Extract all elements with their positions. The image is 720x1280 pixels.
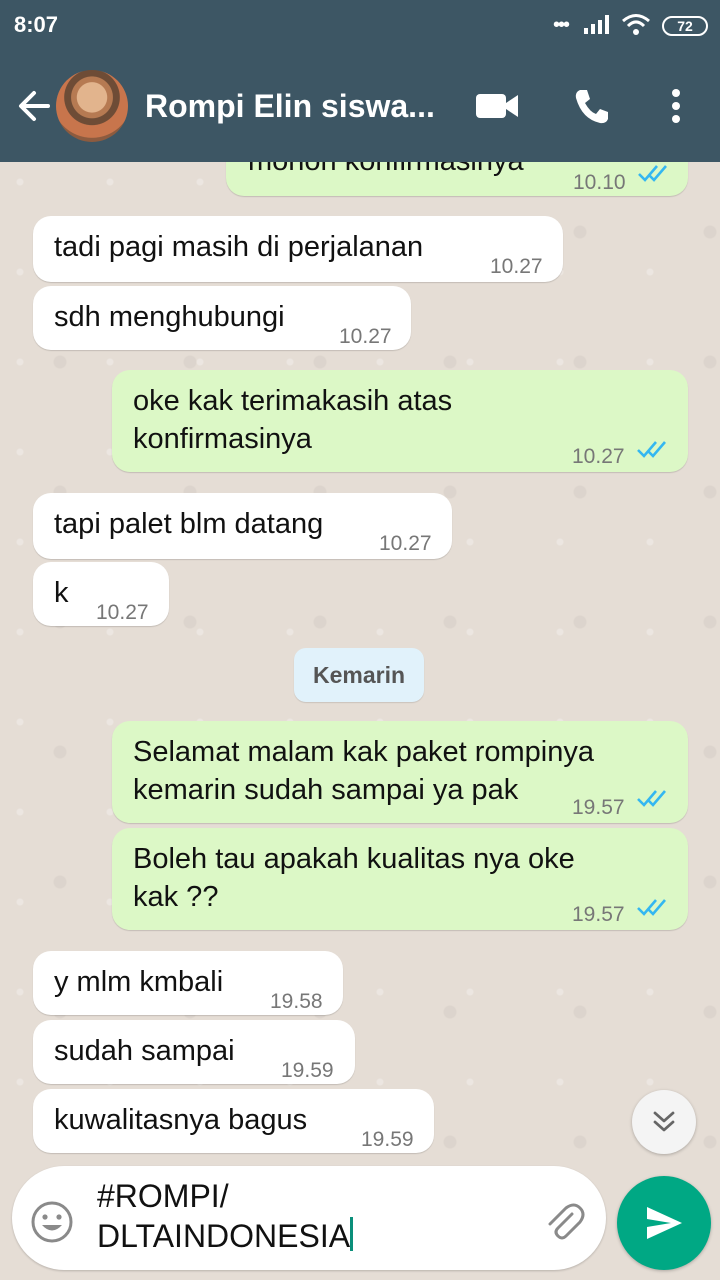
message-incoming[interactable]: tadi pagi masih di perjalanan 10.27	[33, 216, 563, 282]
message-text: kuwalitasnya bagus	[54, 1104, 308, 1136]
wifi-icon	[622, 14, 650, 35]
message-time: 10.27	[96, 601, 149, 624]
message-text: tapi palet blm datang	[54, 508, 324, 540]
double-check-icon	[637, 790, 666, 807]
send-button[interactable]	[617, 1176, 711, 1270]
message-incoming[interactable]: k 10.27	[33, 562, 169, 626]
message-incoming[interactable]: tapi palet blm datang 10.27	[33, 493, 452, 559]
contact-name[interactable]: Rompi Elin siswa...	[145, 88, 435, 125]
notification-dots-icon: •••	[553, 14, 570, 36]
chat-header: Rompi Elin siswa...	[0, 50, 720, 162]
message-time: 19.57	[572, 796, 625, 819]
message-composer: #ROMPI/ DLTAINDONESIA	[12, 1166, 606, 1270]
video-call-icon[interactable]	[475, 90, 519, 122]
double-check-icon	[638, 165, 667, 182]
message-text: sudah sampai	[54, 1035, 235, 1067]
double-chevron-down-icon	[653, 1111, 675, 1132]
message-outgoing[interactable]: Selamat malam kak paket rompinya kemarin…	[112, 721, 688, 823]
message-incoming[interactable]: sdh menghubungi 10.27	[33, 286, 411, 350]
double-check-icon	[637, 899, 666, 916]
message-incoming[interactable]: kuwalitasnya bagus 19.59	[33, 1089, 434, 1153]
text-cursor	[350, 1217, 354, 1251]
battery-icon: 72	[662, 16, 708, 36]
message-outgoing[interactable]: oke kak terimakasih atas konfirmasinya 1…	[112, 370, 688, 472]
back-arrow-icon[interactable]	[14, 86, 54, 126]
date-separator: Kemarin	[294, 648, 424, 702]
message-time: 10.27	[379, 532, 432, 555]
message-text: k	[54, 577, 69, 609]
message-input[interactable]: #ROMPI/ DLTAINDONESIA	[97, 1176, 517, 1256]
message-incoming[interactable]: sudah sampai 19.59	[33, 1020, 355, 1084]
message-time: 19.57	[572, 903, 625, 926]
message-time: 19.58	[270, 990, 323, 1013]
more-vert-icon[interactable]	[664, 86, 688, 126]
emoji-icon[interactable]	[30, 1200, 74, 1244]
phone-icon[interactable]	[572, 86, 612, 126]
message-text: oke kak terimakasih atas konfirmasinya	[133, 385, 453, 455]
message-input-line: #ROMPI/	[97, 1178, 229, 1214]
send-icon	[647, 1207, 682, 1239]
attach-icon[interactable]	[542, 1200, 586, 1244]
message-time: 19.59	[281, 1059, 334, 1082]
message-text: sdh menghubungi	[54, 301, 285, 333]
status-time: 8:07	[14, 12, 59, 37]
chat-area[interactable]: mohon konfirmasinya 10.10 tadi pagi masi…	[0, 162, 720, 1162]
message-text: mohon konfirmasinya	[248, 162, 524, 180]
message-time: 10.27	[572, 445, 625, 468]
scroll-to-bottom-button[interactable]	[632, 1090, 696, 1154]
message-time: 10.27	[490, 255, 543, 278]
message-text: Selamat malam kak paket rompinya kemarin…	[133, 736, 594, 806]
message-time: 10.27	[339, 325, 392, 348]
signal-icon	[584, 15, 609, 34]
message-time: 10.10	[573, 171, 626, 194]
avatar[interactable]	[56, 70, 128, 142]
message-outgoing[interactable]: mohon konfirmasinya 10.10	[226, 162, 688, 196]
status-bar: 8:07 ••• 72	[0, 0, 720, 50]
message-time: 19.59	[361, 1128, 414, 1151]
message-input-line-with-cursor: DLTAINDONESIA	[97, 1216, 517, 1256]
double-check-icon	[637, 441, 666, 458]
message-text: y mlm kmbali	[54, 966, 224, 998]
message-text: tadi pagi masih di perjalanan	[54, 231, 424, 263]
message-outgoing[interactable]: Boleh tau apakah kualitas nya oke kak ??…	[112, 828, 688, 930]
message-incoming[interactable]: y mlm kmbali 19.58	[33, 951, 343, 1015]
message-text: Boleh tau apakah kualitas nya oke kak ??	[133, 843, 575, 913]
